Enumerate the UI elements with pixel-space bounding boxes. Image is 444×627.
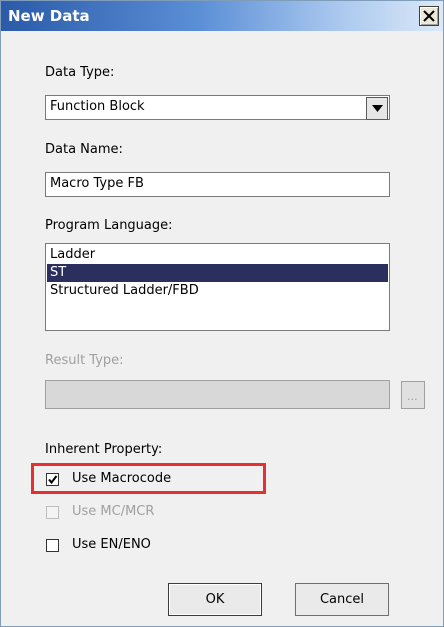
ok-button[interactable]: OK <box>168 583 262 616</box>
close-icon <box>423 10 435 22</box>
data-type-select[interactable]: Function Block <box>45 95 390 120</box>
use-macrocode-label: Use Macrocode <box>72 471 172 486</box>
use-en-eno-label: Use EN/ENO <box>72 537 151 552</box>
result-type-label: Result Type: <box>45 353 124 368</box>
inherent-property-label: Inherent Property: <box>45 442 163 457</box>
close-button[interactable] <box>419 6 439 26</box>
list-item-ladder[interactable]: Ladder <box>47 246 388 264</box>
use-en-eno-checkbox[interactable] <box>46 539 59 552</box>
data-type-dropdown-button[interactable] <box>366 97 388 120</box>
dialog-title: New Data <box>8 7 90 25</box>
use-mc-mcr-label: Use MC/MCR <box>72 504 155 519</box>
checkmark-icon <box>48 475 58 485</box>
use-mc-mcr-checkbox <box>46 506 59 519</box>
data-type-value: Function Block <box>50 99 145 114</box>
program-language-list[interactable]: Ladder ST Structured Ladder/FBD <box>45 243 390 331</box>
new-data-dialog: New Data Data Type: Function Block Data … <box>0 0 444 627</box>
data-name-value: Macro Type FB <box>50 176 144 191</box>
data-type-label: Data Type: <box>45 65 115 80</box>
result-type-browse-button: ... <box>401 381 425 409</box>
data-name-input[interactable]: Macro Type FB <box>45 172 390 197</box>
list-item-structured-ladder-fbd[interactable]: Structured Ladder/FBD <box>47 282 388 300</box>
program-language-label: Program Language: <box>45 218 173 233</box>
list-item-st[interactable]: ST <box>47 264 388 282</box>
title-bar[interactable]: New Data <box>1 1 443 31</box>
data-name-label: Data Name: <box>45 142 123 157</box>
result-type-field <box>45 380 390 409</box>
use-macrocode-checkbox[interactable] <box>46 473 59 486</box>
cancel-button[interactable]: Cancel <box>295 583 389 616</box>
ellipsis-label: ... <box>407 390 418 403</box>
chevron-down-icon <box>372 105 383 112</box>
